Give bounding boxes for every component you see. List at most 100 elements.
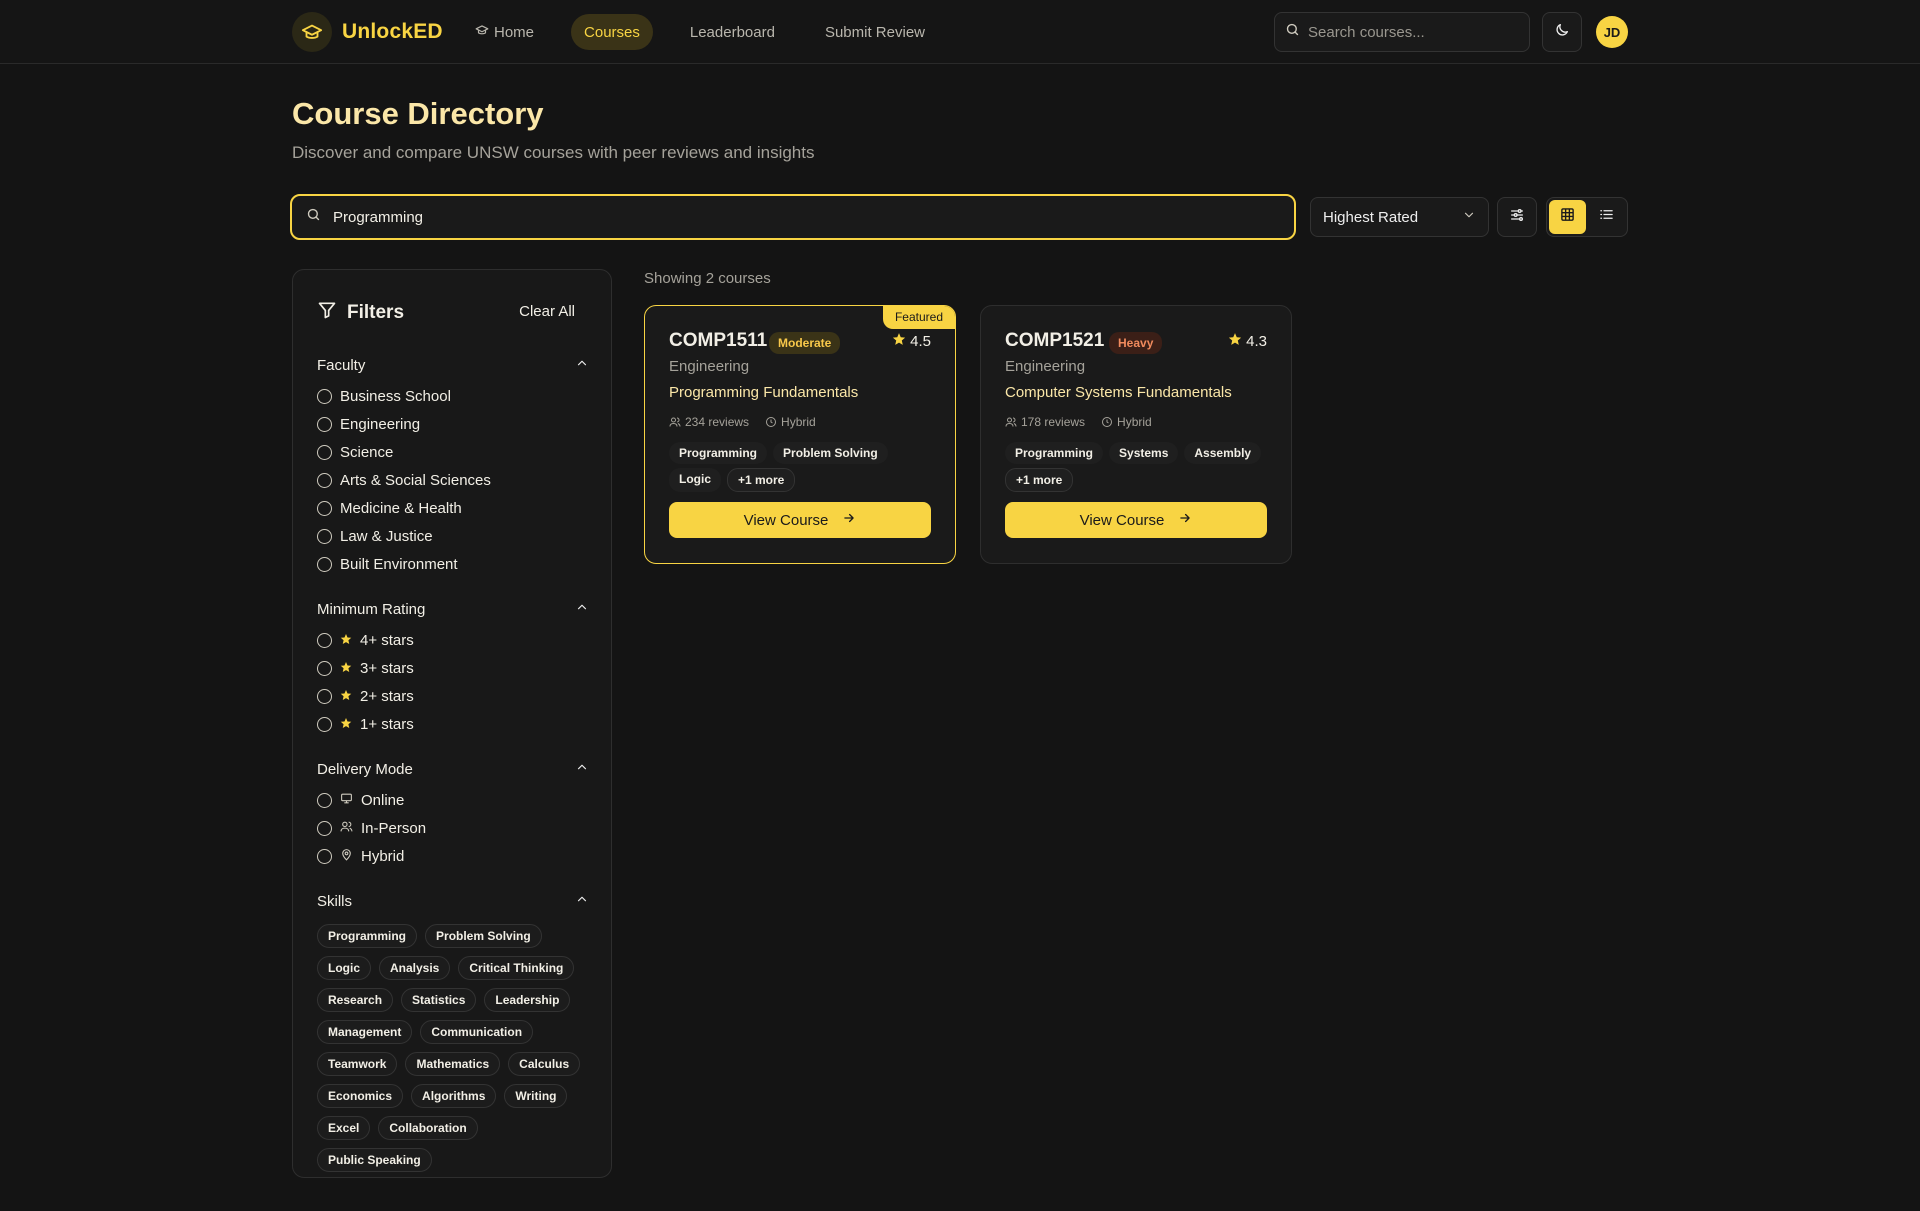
star-icon [340,632,352,649]
header-search-input[interactable] [1308,23,1508,41]
clear-all-button[interactable]: Clear All [519,303,575,320]
filters-header: Filters [317,300,404,325]
skill-chip[interactable]: Teamwork [317,1052,398,1076]
faculty-option[interactable]: Engineering [317,410,589,438]
skills-section-header[interactable]: Skills [317,890,589,912]
radio-button[interactable] [317,848,332,864]
radio-button[interactable] [317,528,332,544]
skills-chip-list: Programming Problem Solving Logic Analys… [317,924,589,1172]
star-icon [1228,332,1242,350]
skill-chip[interactable]: Research [317,988,394,1012]
grid-view-button[interactable] [1549,200,1586,234]
review-count-label: 234 reviews [685,415,750,429]
course-rating: 4.3 [1228,332,1267,350]
skill-chip[interactable]: Leadership [484,988,571,1012]
faculty-option-label: Science [340,443,394,461]
faculty-option[interactable]: Law & Justice [317,522,589,550]
rating-option[interactable]: 3+ stars [317,654,589,682]
list-view-button[interactable] [1588,200,1625,234]
radio-button[interactable] [317,444,332,460]
skill-chip[interactable]: Statistics [401,988,477,1012]
user-avatar[interactable]: JD [1596,16,1628,48]
radio-button[interactable] [317,632,332,648]
skill-chip[interactable]: Collaboration [378,1116,478,1140]
arrow-right-icon [1178,511,1192,529]
skill-chip[interactable]: Economics [317,1084,404,1108]
delivery-section-header[interactable]: Delivery Mode [317,758,589,780]
delivery-option[interactable]: Hybrid [317,842,589,870]
faculty-option[interactable]: Medicine & Health [317,494,589,522]
skill-chip[interactable]: Logic [317,956,371,980]
header-search[interactable] [1274,12,1530,52]
faculty-section-title: Faculty [317,356,366,374]
radio-button[interactable] [317,500,332,516]
nav-home[interactable]: Home [462,14,547,50]
course-meta: 178 reviews Hybrid [1005,415,1152,429]
rating-section-title: Minimum Rating [317,600,426,618]
course-card[interactable]: COMP1521 Heavy 4.3 Engineering Computer … [980,305,1292,564]
radio-button[interactable] [317,416,332,432]
chevron-down-icon [1462,208,1476,226]
course-skill-chip: Assembly [1184,442,1262,464]
nav-home-label: Home [494,23,535,41]
radio-button[interactable] [317,716,332,732]
course-search-input[interactable] [333,208,1233,226]
view-course-button[interactable]: View Course [669,502,931,538]
rating-section-header[interactable]: Minimum Rating [317,598,589,620]
sort-select[interactable]: Highest Rated [1310,197,1489,237]
faculty-option[interactable]: Business School [317,382,589,410]
skill-chip[interactable]: Problem Solving [425,924,542,948]
skill-chip[interactable]: Programming [317,924,418,948]
faculty-option[interactable]: Built Environment [317,550,589,578]
course-search[interactable] [290,194,1296,240]
skill-chip[interactable]: Critical Thinking [458,956,575,980]
nav-submit-review[interactable]: Submit Review [812,14,938,50]
workload-badge: Heavy [1109,332,1163,354]
delivery-mode-label: Hybrid [781,415,816,429]
faculty-option-label: Engineering [340,415,421,433]
radio-button[interactable] [317,556,332,572]
radio-button[interactable] [317,688,332,704]
more-skills-chip[interactable]: +1 more [727,468,796,492]
skill-chip[interactable]: Excel [317,1116,371,1140]
delivery-option-label: Online [361,791,405,809]
delivery-option[interactable]: In-Person [317,814,589,842]
radio-button[interactable] [317,792,332,808]
rating-option[interactable]: 4+ stars [317,626,589,654]
faculty-section-header[interactable]: Faculty [317,354,589,376]
brand-logo[interactable]: UnlockED [292,12,443,52]
nav-courses[interactable]: Courses [571,14,653,50]
delivery-option[interactable]: Online [317,786,589,814]
skill-chip[interactable]: Writing [504,1084,568,1108]
nav-leaderboard[interactable]: Leaderboard [677,14,788,50]
skill-chip[interactable]: Calculus [508,1052,581,1076]
graduation-cap-icon [292,12,332,52]
delivery-mode-label: Hybrid [1117,415,1152,429]
review-count: 178 reviews [1005,415,1085,429]
view-course-button[interactable]: View Course [1005,502,1267,538]
skill-chip[interactable]: Analysis [379,956,451,980]
skill-chip[interactable]: Algorithms [411,1084,497,1108]
advanced-filters-button[interactable] [1497,197,1537,237]
faculty-option[interactable]: Science [317,438,589,466]
course-skill-chip: Programming [669,442,768,464]
skill-chip[interactable]: Public Speaking [317,1148,432,1172]
radio-button[interactable] [317,388,332,404]
skill-chip[interactable]: Communication [420,1020,534,1044]
theme-toggle-button[interactable] [1542,12,1582,52]
skill-chip[interactable]: Mathematics [405,1052,501,1076]
rating-option[interactable]: 1+ stars [317,710,589,738]
review-count: 234 reviews [669,415,749,429]
radio-button[interactable] [317,660,332,676]
radio-button[interactable] [317,820,332,836]
more-skills-chip[interactable]: +1 more [1005,468,1074,492]
radio-button[interactable] [317,472,332,488]
delivery-filter-section: Delivery Mode Online In-Person Hybrid [317,758,589,870]
course-faculty: Engineering [669,358,750,375]
course-card[interactable]: Featured COMP1511 Moderate 4.5 Engineeri… [644,305,956,564]
rating-option[interactable]: 2+ stars [317,682,589,710]
faculty-option[interactable]: Arts & Social Sciences [317,466,589,494]
users-icon [340,820,353,837]
skill-chip[interactable]: Management [317,1020,413,1044]
rating-option-label: 2+ stars [360,687,414,705]
